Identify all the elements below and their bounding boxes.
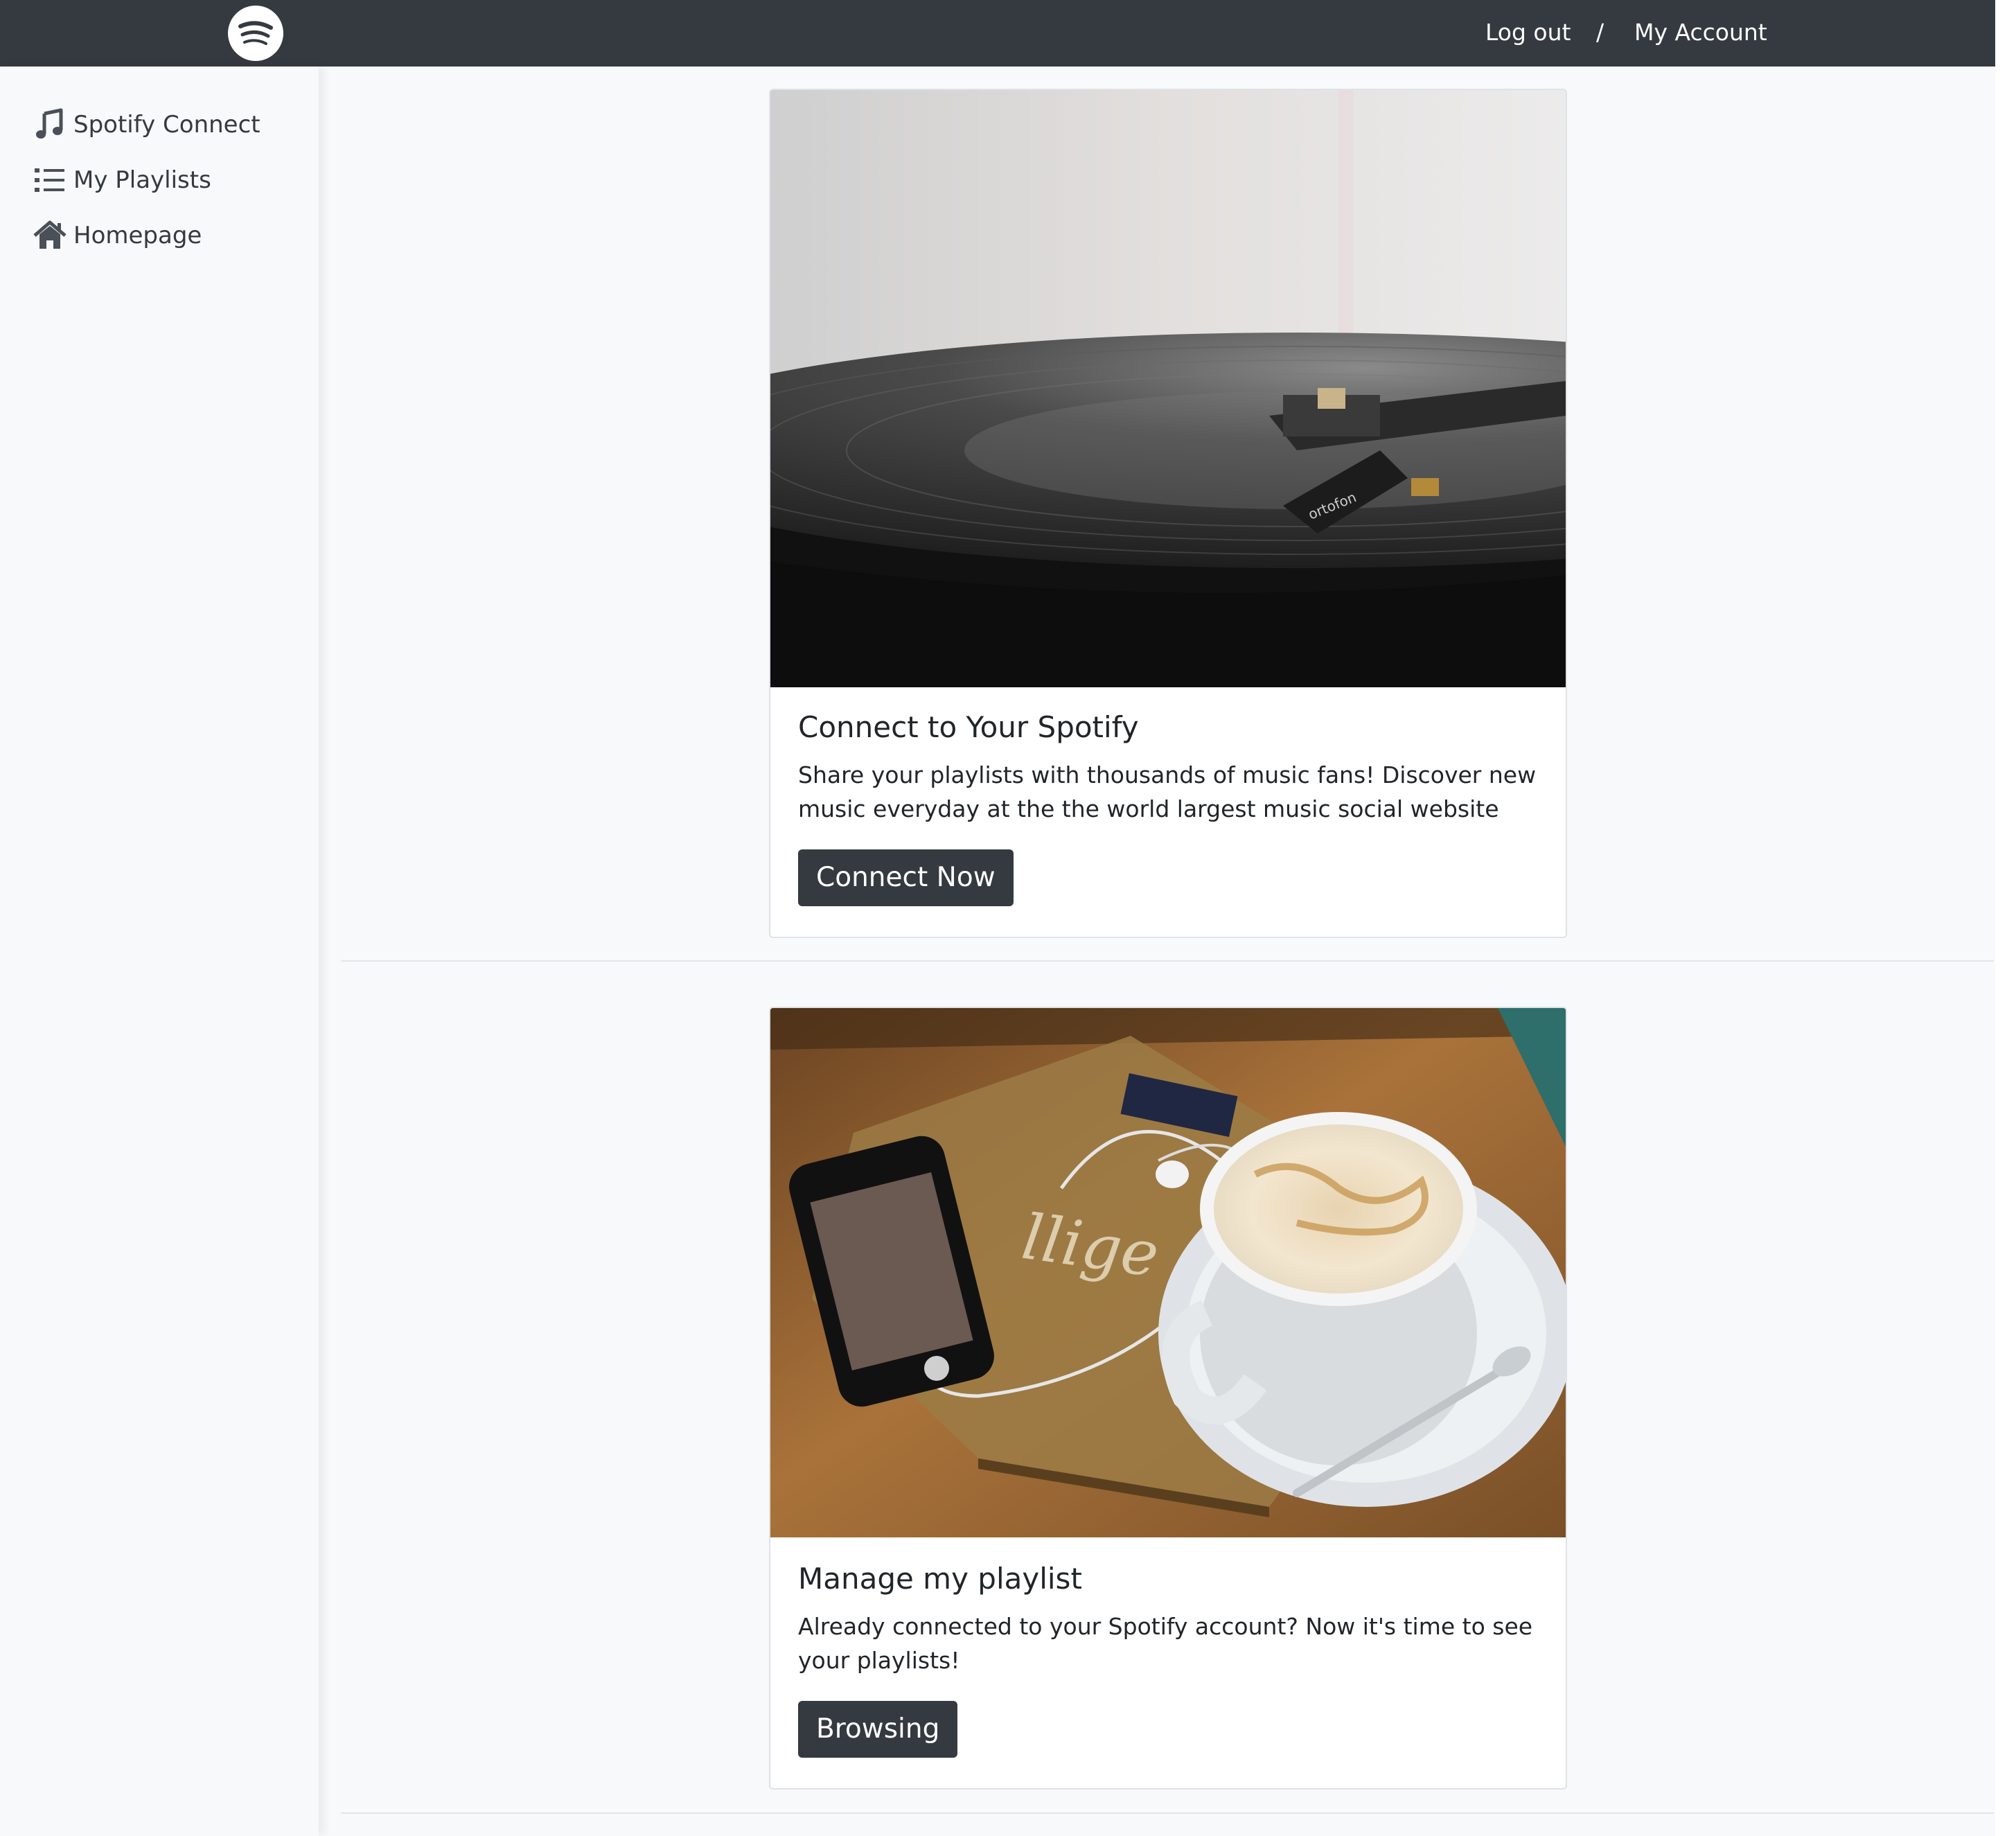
sidebar-item-my-playlists[interactable]: My Playlists xyxy=(33,161,211,200)
sidebar-item-label: My Playlists xyxy=(73,166,211,194)
logout-link[interactable]: Log out xyxy=(1485,17,1571,48)
top-navbar: Log out / My Account xyxy=(0,0,1995,67)
music-note-icon xyxy=(33,108,67,141)
my-account-link[interactable]: My Account xyxy=(1634,17,1767,48)
manage-playlist-card: llige Manage my playlist Already connect… xyxy=(769,1007,1567,1790)
manage-playlist-card-text: Already connected to your Spotify accoun… xyxy=(798,1613,1533,1674)
spotify-logo-icon[interactable] xyxy=(228,6,283,61)
section-divider xyxy=(341,960,1994,962)
sidebar-item-spotify-connect[interactable]: Spotify Connect xyxy=(33,105,260,144)
connect-card-title: Connect to Your Spotify xyxy=(798,710,1139,744)
turntable-record-photo: ortofon xyxy=(770,90,1566,687)
manage-playlist-card-body: Manage my playlist Already connected to … xyxy=(798,1560,1539,1758)
sidebar-item-label: Homepage xyxy=(73,222,202,249)
section-divider xyxy=(341,1812,1994,1814)
sidebar: Spotify Connect My Playlists Homepage xyxy=(0,67,319,1836)
sidebar-item-homepage[interactable]: Homepage xyxy=(33,216,202,255)
connect-now-button[interactable]: Connect Now xyxy=(798,849,1014,906)
coffee-phone-earphones-photo: llige xyxy=(770,1008,1566,1537)
connect-card: ortofon Connect to Your Spotify Share yo… xyxy=(769,89,1567,938)
main-content: ortofon Connect to Your Spotify Share yo… xyxy=(319,67,1995,1836)
connect-card-text: Share your playlists with thousands of m… xyxy=(798,761,1537,822)
list-icon xyxy=(33,164,67,197)
nav-separator: / xyxy=(1596,19,1604,46)
manage-playlist-card-title: Manage my playlist xyxy=(798,1562,1082,1596)
connect-card-body: Connect to Your Spotify Share your playl… xyxy=(798,708,1539,906)
home-icon xyxy=(33,219,67,252)
browsing-button[interactable]: Browsing xyxy=(798,1701,958,1758)
sidebar-item-label: Spotify Connect xyxy=(73,111,260,139)
